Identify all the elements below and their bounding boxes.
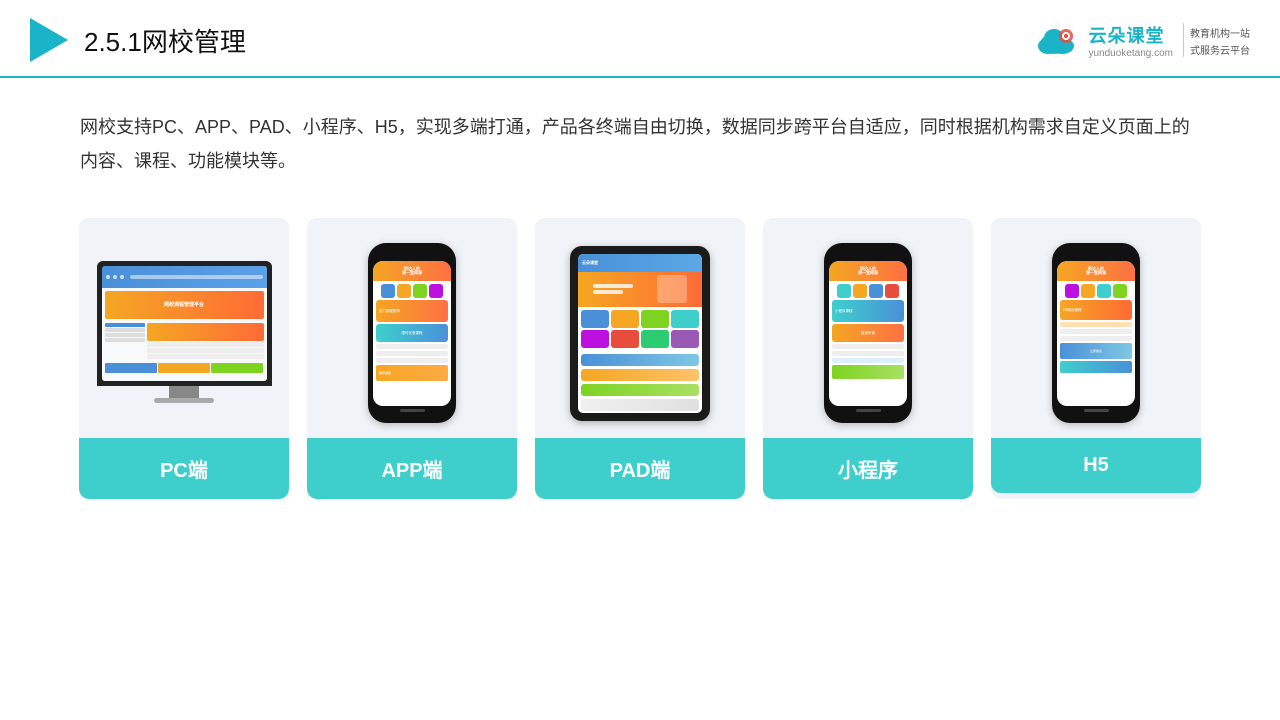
logo-tagline2: 式服务云平台 bbox=[1190, 42, 1250, 57]
header: 2.5.1网校管理 云朵课堂 yunduoketang.com 教育机构一站 式… bbox=[0, 0, 1280, 78]
play-icon bbox=[30, 18, 68, 62]
pc-monitor-mockup: 网校课程管理平台 bbox=[97, 261, 272, 406]
card-app: 职达人的第一堂网课 热门课程推荐 限时优惠课程 bbox=[307, 218, 517, 499]
logo-tagline1: 教育机构一站 bbox=[1190, 25, 1250, 40]
pc-label: PC端 bbox=[79, 438, 289, 499]
logo-area: 云朵课堂 yunduoketang.com 教育机构一站 式服务云平台 bbox=[1034, 22, 1250, 59]
miniapp-label: 小程序 bbox=[763, 438, 973, 499]
card-pc: 网校课程管理平台 bbox=[79, 218, 289, 499]
pad-label: PAD端 bbox=[535, 438, 745, 499]
cards-container: 网校课程管理平台 bbox=[0, 198, 1280, 529]
card-h5: 职达人的第一堂网课 H5精品课程 bbox=[991, 218, 1201, 499]
app-phone-mockup: 职达人的第一堂网课 热门课程推荐 限时优惠课程 bbox=[368, 243, 456, 423]
cloud-icon bbox=[1034, 24, 1082, 56]
app-label: APP端 bbox=[307, 438, 517, 499]
logo-brand-text: 云朵课堂 bbox=[1088, 22, 1164, 48]
miniapp-image-area: 职达人的第一堂网课 小程序课程 推荐好课 bbox=[763, 218, 973, 438]
logo-sub: 云朵课堂 yunduoketang.com bbox=[1088, 22, 1173, 59]
title-prefix: 2.5.1 bbox=[84, 27, 142, 57]
pad-image-area: 云朵课堂 bbox=[535, 218, 745, 438]
card-pad: 云朵课堂 bbox=[535, 218, 745, 499]
logo-cloud: 云朵课堂 yunduoketang.com 教育机构一站 式服务云平台 bbox=[1034, 22, 1250, 59]
title-main: 网校管理 bbox=[142, 27, 246, 57]
page-title: 2.5.1网校管理 bbox=[84, 22, 246, 59]
app-image-area: 职达人的第一堂网课 热门课程推荐 限时优惠课程 bbox=[307, 218, 517, 438]
pc-image-area: 网校课程管理平台 bbox=[79, 218, 289, 438]
description-paragraph: 网校支持PC、APP、PAD、小程序、H5，实现多端打通，产品各终端自由切换，数… bbox=[80, 110, 1200, 178]
h5-image-area: 职达人的第一堂网课 H5精品课程 bbox=[991, 218, 1201, 438]
logo-url-text: yunduoketang.com bbox=[1088, 48, 1173, 59]
h5-label: H5 bbox=[991, 438, 1201, 493]
description-text: 网校支持PC、APP、PAD、小程序、H5，实现多端打通，产品各终端自由切换，数… bbox=[0, 78, 1280, 198]
card-miniapp: 职达人的第一堂网课 小程序课程 推荐好课 bbox=[763, 218, 973, 499]
pad-tablet-mockup: 云朵课堂 bbox=[570, 246, 710, 421]
h5-phone-mockup: 职达人的第一堂网课 H5精品课程 bbox=[1052, 243, 1140, 423]
miniapp-phone-mockup: 职达人的第一堂网课 小程序课程 推荐好课 bbox=[824, 243, 912, 423]
header-left: 2.5.1网校管理 bbox=[30, 18, 246, 62]
